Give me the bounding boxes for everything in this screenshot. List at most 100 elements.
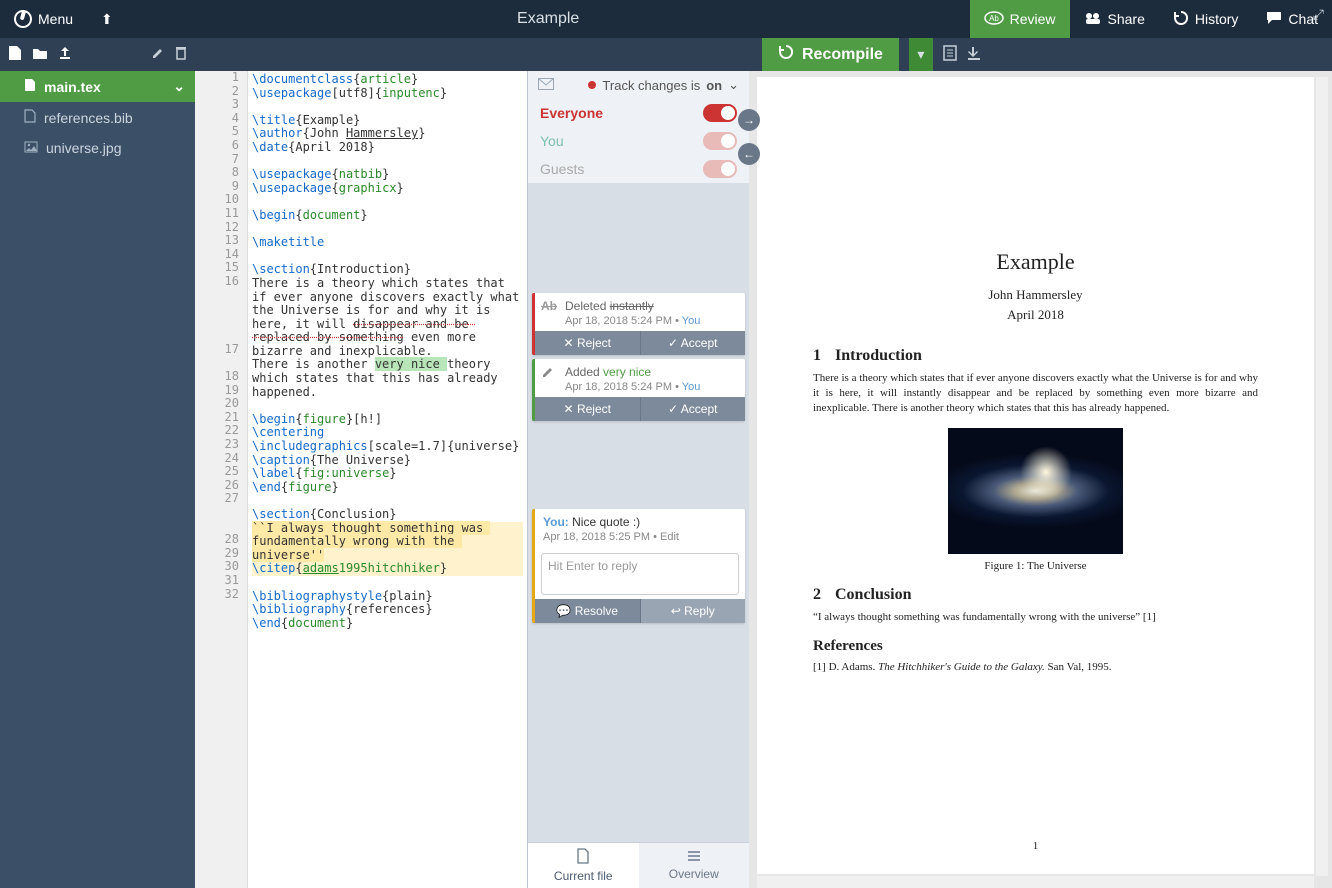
new-file-icon[interactable] (8, 45, 22, 64)
reject-button[interactable]: ✕ Reject (535, 397, 641, 421)
reply-button[interactable]: ↩ Reply (641, 599, 746, 623)
svg-text:Ab: Ab (989, 14, 999, 23)
history-icon (1173, 10, 1189, 29)
menu-label: Menu (38, 11, 73, 27)
list-icon (686, 850, 702, 865)
upload-icon[interactable] (58, 46, 72, 63)
caret-down-icon: ▾ (917, 46, 924, 63)
project-title: Example (127, 10, 970, 28)
pdf-scrollbar-horizontal[interactable] (757, 876, 1314, 888)
recompile-label: Recompile (802, 46, 883, 64)
line-gutter: 1234567891011121314151617181920212223242… (195, 71, 248, 888)
recompile-menu-button[interactable]: ▾ (909, 38, 933, 71)
switch-you[interactable] (703, 132, 737, 150)
up-arrow-icon: ⬆ (101, 11, 113, 28)
chevron-down-icon: ⌄ (728, 77, 739, 93)
caret-down-icon: ⌄ (173, 78, 185, 95)
pdf-pane: Example John Hammersley April 2018 1Intr… (749, 71, 1332, 888)
change-user: You (682, 315, 701, 327)
history-label: History (1195, 11, 1239, 27)
pdf-paragraph-1: There is a theory which states that if e… (813, 371, 1258, 416)
file-name: references.bib (44, 110, 133, 126)
history-button[interactable]: History (1159, 0, 1253, 38)
download-icon[interactable] (967, 46, 981, 63)
accept-button[interactable]: ✓ Accept (641, 397, 746, 421)
toggle-label: You (540, 133, 564, 149)
pdf-author: John Hammersley (813, 287, 1258, 303)
reply-input[interactable]: Hit Enter to reply (541, 553, 739, 595)
file-icon (24, 109, 36, 126)
comment-edit[interactable]: Edit (660, 531, 679, 543)
change-label: Deleted (565, 299, 606, 313)
comment-author: You: (543, 515, 569, 529)
accept-button[interactable]: ✓ Accept (641, 331, 746, 355)
compile-toolbar: Recompile ▾ ⤢ (762, 38, 1332, 71)
toggle-guests: Guests (528, 155, 749, 183)
toggle-everyone: Everyone (528, 99, 749, 127)
resolve-button[interactable]: 💬 Resolve (535, 599, 641, 623)
back-button[interactable]: ⬆ (87, 0, 127, 38)
change-card-deleted: Ab Deleted instantly Apr 18, 2018 5:24 P… (532, 293, 745, 355)
change-card-added: Added very nice Apr 18, 2018 5:24 PM • Y… (532, 359, 745, 421)
pdf-section-1: 1Introduction (813, 347, 1258, 365)
review-pane: → ← Track changes is on ⌄ Everyone You G… (527, 71, 749, 888)
track-state: on (706, 78, 722, 93)
main-area: main.tex ⌄ references.bib universe.jpg 1… (0, 71, 1332, 888)
file-toolbar (0, 38, 195, 71)
change-text: instantly (610, 299, 654, 313)
share-icon (1084, 11, 1102, 28)
menu-button[interactable]: Menu (0, 0, 87, 38)
reject-button[interactable]: ✕ Reject (535, 331, 641, 355)
universe-image (948, 428, 1123, 554)
envelope-icon (538, 78, 554, 93)
switch-guests[interactable] (703, 160, 737, 178)
review-icon: Ab (984, 10, 1004, 29)
review-footer: Current file Overview (528, 842, 749, 888)
tab-label: Overview (669, 867, 719, 881)
pdf-references-heading: References (813, 638, 1258, 655)
recompile-button[interactable]: Recompile (762, 38, 899, 71)
logs-icon[interactable] (943, 45, 957, 64)
switch-everyone[interactable] (703, 104, 737, 122)
comment-card: You: Nice quote :) Apr 18, 2018 5:25 PM … (532, 509, 745, 623)
change-meta: Apr 18, 2018 5:24 PM (565, 381, 672, 393)
comment-meta: Apr 18, 2018 5:25 PM (543, 531, 650, 543)
pdf-figure (813, 428, 1258, 554)
review-button[interactable]: Ab Review (970, 0, 1070, 38)
toggle-you: You (528, 127, 749, 155)
file-item-main[interactable]: main.tex ⌄ (0, 71, 195, 102)
file-tree: main.tex ⌄ references.bib universe.jpg (0, 71, 195, 888)
pdf-section-2: 2Conclusion (813, 586, 1258, 604)
delete-icon[interactable] (175, 46, 187, 63)
pencil-icon (541, 365, 555, 382)
file-item-references[interactable]: references.bib (0, 102, 195, 133)
image-icon (24, 140, 38, 156)
code-editor[interactable]: \documentclass{article}\usepackage[utf8]… (248, 71, 527, 888)
fullscreen-icon[interactable]: ⤢ (1313, 6, 1324, 23)
file-icon (24, 78, 36, 95)
record-dot-icon (588, 81, 596, 89)
top-bar: Menu ⬆ Example Ab Review Share History (0, 0, 1332, 38)
toggle-label: Everyone (540, 105, 603, 121)
share-button[interactable]: Share (1070, 0, 1159, 38)
pdf-page-number: 1 (757, 840, 1314, 852)
pdf-figure-caption: Figure 1: The Universe (813, 560, 1258, 572)
pdf-title: Example (813, 249, 1258, 275)
tab-overview[interactable]: Overview (639, 843, 750, 888)
rename-icon[interactable] (151, 46, 165, 63)
pdf-reference-1: [1] D. Adams. The Hitchhiker's Guide to … (813, 661, 1258, 673)
pdf-date: April 2018 (813, 307, 1258, 323)
file-icon (576, 848, 590, 867)
file-item-universe[interactable]: universe.jpg (0, 133, 195, 163)
track-changes-bar[interactable]: Track changes is on ⌄ (528, 71, 749, 99)
collapse-left-button[interactable]: ← (738, 143, 760, 165)
review-label: Review (1010, 11, 1056, 27)
tab-label: Current file (554, 869, 613, 883)
collapse-right-button[interactable]: → (738, 109, 760, 131)
overleaf-logo-icon (14, 10, 32, 28)
arrow-left-icon: ← (743, 147, 755, 161)
pdf-scrollbar-vertical[interactable] (1316, 77, 1328, 876)
arrow-right-icon: → (743, 113, 755, 127)
new-folder-icon[interactable] (32, 46, 48, 63)
tab-current-file[interactable]: Current file (528, 843, 639, 888)
